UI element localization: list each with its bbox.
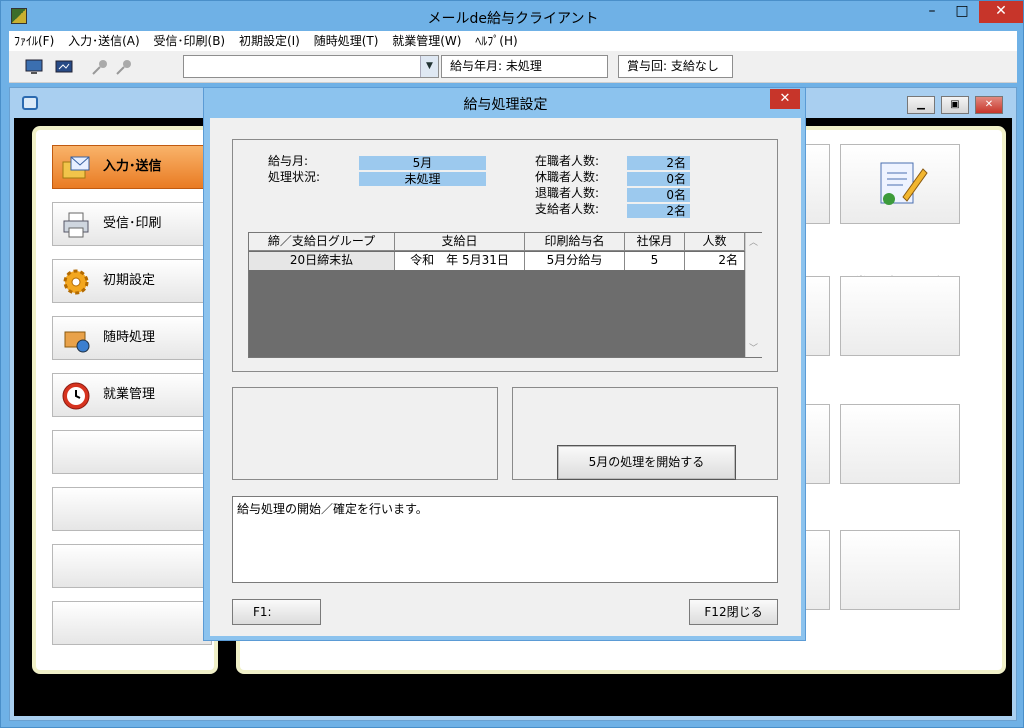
table-header: 締／支給日グループ xyxy=(249,233,395,251)
status-label: 処理状況: xyxy=(268,170,321,184)
toolbar: ▼ 給与年月: 未処理 賞与回: 支給なし xyxy=(9,51,1017,83)
paid-value: 2名 xyxy=(627,204,690,218)
nav-empty-button[interactable] xyxy=(52,601,212,645)
nav-empty-button[interactable] xyxy=(52,544,212,588)
pay-month-label: 給与月: xyxy=(268,154,309,168)
clock-icon xyxy=(61,381,91,411)
leave-value: 0名 xyxy=(627,172,690,186)
table-cell: 5 xyxy=(625,252,685,270)
printer-icon xyxy=(61,210,91,240)
child-restore-button[interactable]: ▣ xyxy=(941,96,969,114)
nav-label: 随時処理 xyxy=(103,330,156,345)
tile-button[interactable] xyxy=(840,276,960,356)
menu-adhoc[interactable]: 随時処理(T) xyxy=(309,31,384,51)
pay-month-field: 給与年月: 未処理 xyxy=(441,55,608,78)
tile-button[interactable] xyxy=(840,530,960,610)
leave-label: 休職者人数: xyxy=(535,170,600,184)
tile-button[interactable] xyxy=(840,404,960,484)
menu-file[interactable]: ﾌｧｲﾙ(F) xyxy=(9,31,59,51)
folder-envelope-icon xyxy=(61,153,91,183)
gear-icon xyxy=(61,267,91,297)
nav-attendance[interactable]: 就業管理 xyxy=(52,373,212,417)
dialog-close-button[interactable]: ✕ xyxy=(770,89,800,109)
table-scrollbar[interactable]: ︿ ﹀ xyxy=(745,233,762,357)
employed-label: 在職者人数: xyxy=(535,154,600,168)
retired-label: 退職者人数: xyxy=(535,186,600,200)
bonus-data-tile[interactable] xyxy=(840,144,960,224)
child-minimize-button[interactable]: ▁ xyxy=(907,96,935,114)
table-cell: 20日締末払 xyxy=(249,252,395,270)
f1-button[interactable]: F1: xyxy=(232,599,321,625)
dialog-body: 給与月: 5月 処理状況: 未処理 在職者人数: 2名 休職者人数: 0名 退職… xyxy=(210,118,801,636)
close-button[interactable]: ✕ xyxy=(979,1,1023,23)
menu-input-send[interactable]: 入力･送信(A) xyxy=(63,31,145,51)
info-group xyxy=(232,387,498,480)
nav-initial-settings[interactable]: 初期設定 xyxy=(52,259,212,303)
menu-receive-print[interactable]: 受信･印刷(B) xyxy=(149,31,231,51)
menu-attendance[interactable]: 就業管理(W) xyxy=(387,31,466,51)
table-cell: 5月分給与 xyxy=(525,252,625,270)
document-pencil-icon xyxy=(880,162,928,205)
menu-initial-settings[interactable]: 初期設定(I) xyxy=(234,31,305,51)
employed-value: 2名 xyxy=(627,156,690,170)
tools-box-icon xyxy=(61,324,91,354)
dialog-title: 給与処理設定 xyxy=(463,97,548,113)
table-cell: 令和 年 5月31日 xyxy=(395,252,525,270)
maximize-button[interactable]: □ xyxy=(947,1,977,23)
child-close-button[interactable]: ✕ xyxy=(975,96,1003,114)
chevron-up-icon[interactable]: ︿ xyxy=(749,235,758,248)
table-header: 人数 xyxy=(685,233,745,251)
message-box: 給与処理の開始／確定を行います。 xyxy=(232,496,778,583)
table-cell: 2名 xyxy=(685,252,745,270)
table-header: 支給日 xyxy=(395,233,525,251)
bonus-round-field: 賞与回: 支給なし xyxy=(618,55,733,78)
screen-icon[interactable] xyxy=(53,57,75,77)
nav-label: 入力･送信 xyxy=(103,159,162,174)
monitor-icon[interactable] xyxy=(23,57,45,77)
menu-bar: ﾌｧｲﾙ(F) 入力･送信(A) 受信･印刷(B) 初期設定(I) 随時処理(T… xyxy=(9,31,1017,51)
nav-receive-print[interactable]: 受信･印刷 xyxy=(52,202,212,246)
window-icon xyxy=(22,96,38,110)
nav-empty-button[interactable] xyxy=(52,430,212,474)
table-header: 社保月 xyxy=(625,233,685,251)
chevron-down-icon[interactable]: ▼ xyxy=(420,56,438,77)
retired-value: 0名 xyxy=(627,188,690,202)
nav-label: 初期設定 xyxy=(103,273,156,288)
client-select[interactable]: ▼ xyxy=(183,55,439,78)
key-icon[interactable] xyxy=(113,57,135,77)
pay-month-value: 5月 xyxy=(359,156,486,170)
menu-help[interactable]: ﾍﾙﾌﾟ(H) xyxy=(470,31,522,51)
start-processing-button[interactable]: 5月の処理を開始する xyxy=(557,445,736,480)
nav-adhoc[interactable]: 随時処理 xyxy=(52,316,212,360)
key-icon[interactable] xyxy=(89,57,111,77)
pay-processing-dialog: 給与処理設定 ✕ 給与月: 5月 処理状況: 未処理 在職者人数: 2名 休職者… xyxy=(203,87,806,641)
nav-input-send[interactable]: 入力･送信 xyxy=(52,145,212,189)
nav-label: 受信･印刷 xyxy=(103,216,162,231)
window-title: メールde給与クライアント xyxy=(427,11,599,27)
minimize-button[interactable]: – xyxy=(917,1,947,23)
chevron-down-icon[interactable]: ﹀ xyxy=(749,341,758,354)
table-header: 印刷給与名 xyxy=(525,233,625,251)
table-row[interactable]: 20日締末払 令和 年 5月31日 5月分給与 5 2名 xyxy=(249,252,745,270)
f12-close-button[interactable]: F12閉じる xyxy=(689,599,778,625)
nav-label: 就業管理 xyxy=(103,387,156,402)
summary-group: 給与月: 5月 処理状況: 未処理 在職者人数: 2名 休職者人数: 0名 退職… xyxy=(232,139,778,372)
status-value: 未処理 xyxy=(359,172,486,186)
nav-empty-button[interactable] xyxy=(52,487,212,531)
pay-group-table: 締／支給日グループ 支給日 印刷給与名 社保月 人数 20日締末払 令和 年 5… xyxy=(248,232,762,358)
title-bar: メールde給与クライアント – □ ✕ xyxy=(1,1,1024,31)
nav-panel: 入力･送信 受信･印刷 初期設定 随時処理 就業管理 xyxy=(32,126,218,674)
paid-label: 支給者人数: xyxy=(535,202,600,216)
